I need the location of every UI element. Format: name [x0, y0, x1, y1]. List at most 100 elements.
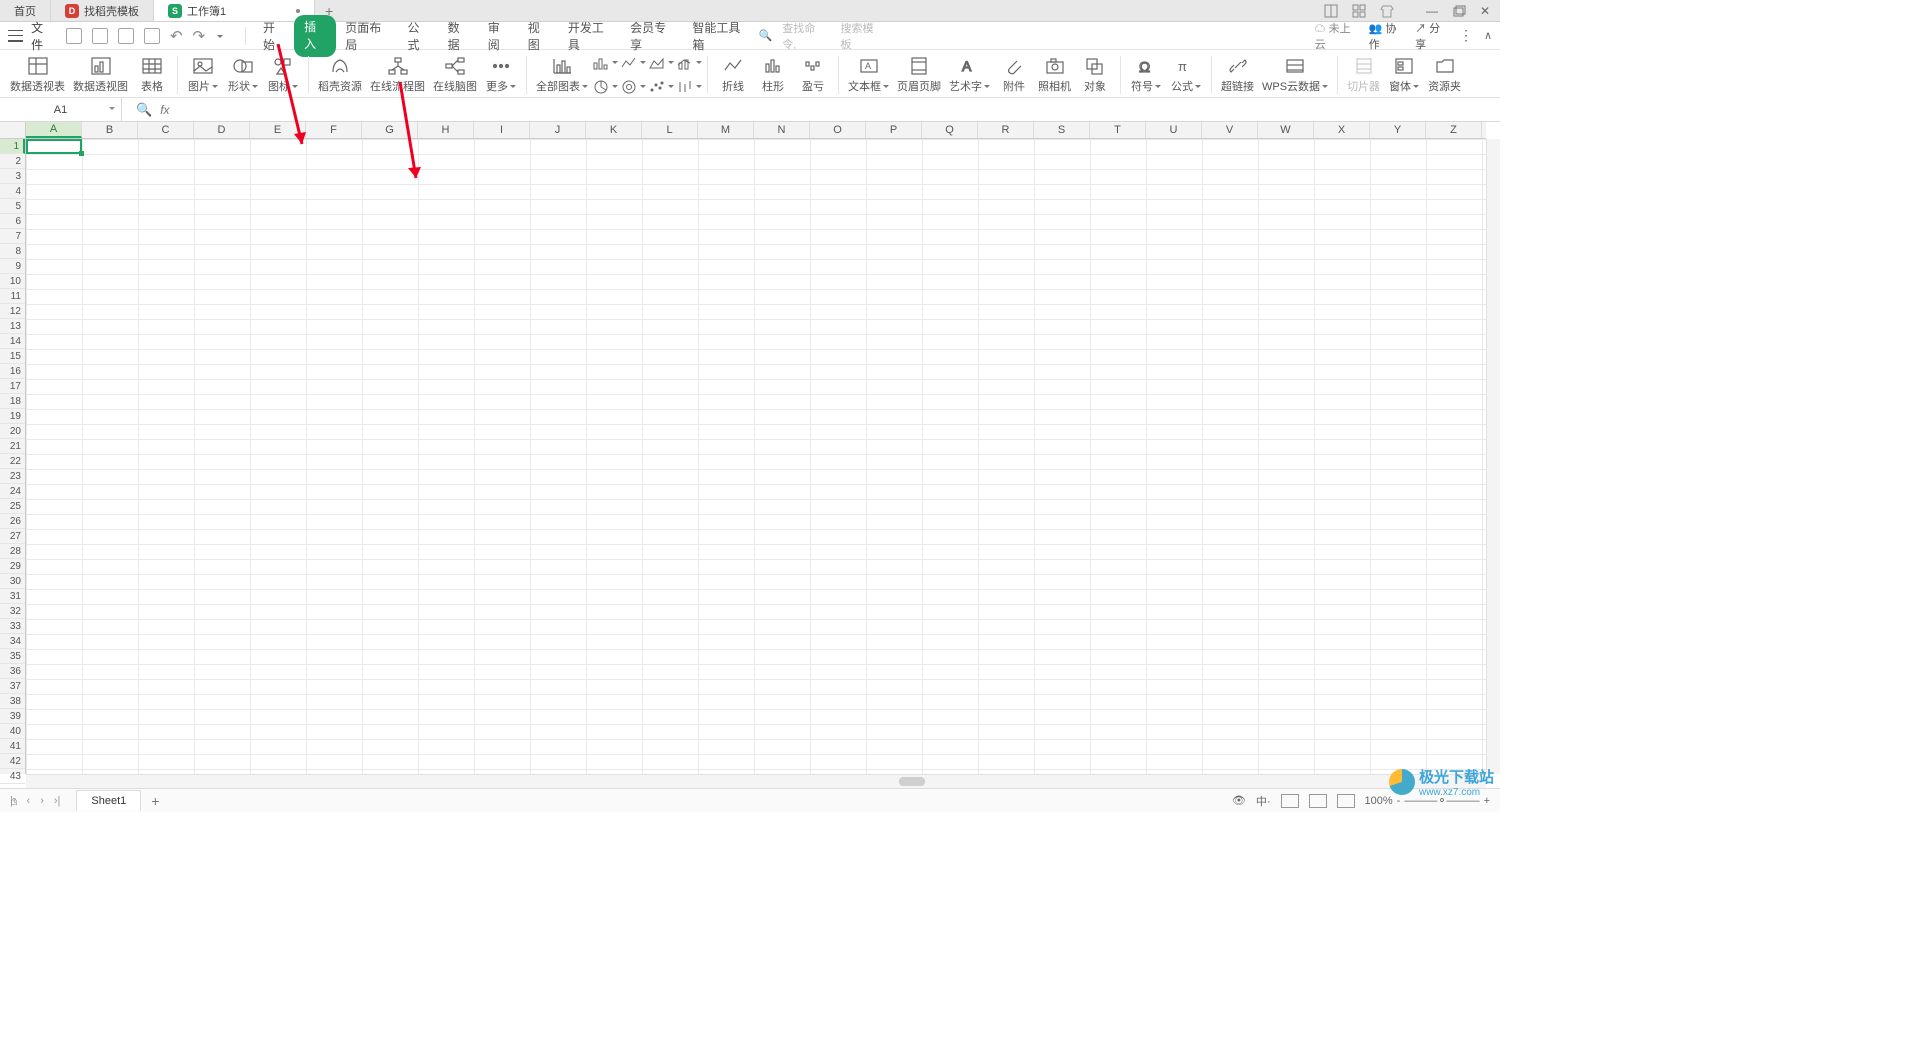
- share-button[interactable]: ↗ 分享: [1415, 20, 1449, 52]
- chart-pie-icon[interactable]: [592, 76, 618, 98]
- file-menu[interactable]: 文件: [31, 19, 54, 53]
- col-header[interactable]: A: [26, 122, 82, 138]
- attachment-button[interactable]: 附件: [994, 56, 1034, 94]
- close-button[interactable]: ✕: [1480, 4, 1490, 18]
- menu-tab-2[interactable]: 页面布局: [336, 15, 398, 57]
- apps-icon[interactable]: [1352, 4, 1366, 18]
- row-header[interactable]: 26: [0, 514, 25, 529]
- sheet-tab[interactable]: Sheet1: [76, 790, 141, 811]
- row-header[interactable]: 19: [0, 409, 25, 424]
- menu-tab-4[interactable]: 数据: [439, 15, 479, 57]
- sparkline-winloss-button[interactable]: 盈亏: [793, 56, 833, 94]
- resource-folder-button[interactable]: 资源夹: [1424, 56, 1465, 94]
- search-icon[interactable]: 🔍: [136, 102, 152, 118]
- col-header[interactable]: V: [1202, 122, 1258, 138]
- search-templates[interactable]: 搜索模板: [840, 20, 881, 52]
- row-header[interactable]: 20: [0, 424, 25, 439]
- col-header[interactable]: Y: [1370, 122, 1426, 138]
- menu-tab-1[interactable]: 插入: [294, 15, 336, 57]
- hamburger-icon[interactable]: [8, 28, 23, 44]
- row-header[interactable]: 24: [0, 484, 25, 499]
- fx-icon[interactable]: fx: [160, 103, 169, 117]
- search-icon[interactable]: 🔍: [759, 29, 773, 42]
- col-header[interactable]: E: [250, 122, 306, 138]
- row-header[interactable]: 21: [0, 439, 25, 454]
- form-button[interactable]: 窗体: [1384, 56, 1424, 94]
- preview-icon[interactable]: [144, 28, 160, 44]
- add-sheet-button[interactable]: +: [141, 793, 169, 809]
- row-header[interactable]: 29: [0, 559, 25, 574]
- row-header[interactable]: 16: [0, 364, 25, 379]
- row-header[interactable]: 6: [0, 214, 25, 229]
- row-header[interactable]: 25: [0, 499, 25, 514]
- online-mindmap-button[interactable]: 在线脑图: [429, 56, 481, 94]
- col-header[interactable]: O: [810, 122, 866, 138]
- col-header[interactable]: B: [82, 122, 138, 138]
- undo-button[interactable]: ↶: [170, 27, 183, 45]
- row-header[interactable]: 14: [0, 334, 25, 349]
- col-header[interactable]: P: [866, 122, 922, 138]
- row-header[interactable]: 38: [0, 694, 25, 709]
- chart-area-icon[interactable]: [648, 52, 674, 74]
- row-header[interactable]: 4: [0, 184, 25, 199]
- cells-area[interactable]: [26, 139, 1486, 774]
- chart-stock-icon[interactable]: [676, 76, 702, 98]
- online-flowchart-button[interactable]: 在线流程图: [366, 56, 429, 94]
- view-page-icon[interactable]: [1309, 794, 1327, 808]
- row-header[interactable]: 33: [0, 619, 25, 634]
- hyperlink-button[interactable]: 超链接: [1217, 56, 1258, 94]
- row-header[interactable]: 41: [0, 739, 25, 754]
- column-headers[interactable]: ABCDEFGHIJKLMNOPQRSTUVWXYZ: [26, 122, 1486, 139]
- collapse-ribbon-icon[interactable]: ∧: [1484, 29, 1492, 42]
- col-header[interactable]: Z: [1426, 122, 1482, 138]
- wordart-button[interactable]: A艺术字: [945, 56, 994, 94]
- view-normal-icon[interactable]: [1281, 794, 1299, 808]
- col-header[interactable]: L: [642, 122, 698, 138]
- more-menu[interactable]: ⋮: [1459, 27, 1474, 44]
- col-header[interactable]: I: [474, 122, 530, 138]
- col-header[interactable]: G: [362, 122, 418, 138]
- row-header[interactable]: 36: [0, 664, 25, 679]
- row-header[interactable]: 9: [0, 259, 25, 274]
- sparkline-column-button[interactable]: 柱形: [753, 56, 793, 94]
- col-header[interactable]: T: [1090, 122, 1146, 138]
- menu-tab-7[interactable]: 开发工具: [559, 15, 621, 57]
- col-header[interactable]: R: [978, 122, 1034, 138]
- pivot-chart-button[interactable]: 数据透视图: [69, 56, 132, 94]
- maximize-button[interactable]: [1452, 4, 1466, 18]
- tab-template[interactable]: D找稻壳模板: [51, 0, 154, 21]
- row-header[interactable]: 5: [0, 199, 25, 214]
- symbol-button[interactable]: Ω符号: [1126, 56, 1166, 94]
- row-header[interactable]: 7: [0, 229, 25, 244]
- qat-dropdown[interactable]: [215, 29, 223, 43]
- row-header[interactable]: 15: [0, 349, 25, 364]
- name-box[interactable]: A1: [0, 98, 122, 121]
- row-header[interactable]: 27: [0, 529, 25, 544]
- row-header[interactable]: 34: [0, 634, 25, 649]
- menu-tab-3[interactable]: 公式: [398, 15, 438, 57]
- row-header[interactable]: 11: [0, 289, 25, 304]
- row-header[interactable]: 43: [0, 769, 25, 784]
- col-header[interactable]: W: [1258, 122, 1314, 138]
- export-icon[interactable]: [92, 28, 108, 44]
- col-header[interactable]: C: [138, 122, 194, 138]
- row-header[interactable]: 10: [0, 274, 25, 289]
- icon-button[interactable]: 图标: [263, 56, 303, 94]
- layout-icon[interactable]: [1324, 4, 1338, 18]
- vertical-scrollbar[interactable]: [1486, 139, 1500, 774]
- col-header[interactable]: X: [1314, 122, 1370, 138]
- row-header[interactable]: 12: [0, 304, 25, 319]
- col-header[interactable]: J: [530, 122, 586, 138]
- menu-tab-6[interactable]: 视图: [519, 15, 559, 57]
- ime-icon[interactable]: 中·: [1256, 793, 1271, 809]
- row-header[interactable]: 39: [0, 709, 25, 724]
- menu-tab-5[interactable]: 审阅: [479, 15, 519, 57]
- pivot-table-button[interactable]: 数据透视表: [6, 56, 69, 94]
- row-header[interactable]: 13: [0, 319, 25, 334]
- row-header[interactable]: 28: [0, 544, 25, 559]
- shape-button[interactable]: 形状: [223, 56, 263, 94]
- skin-icon[interactable]: [1380, 4, 1394, 18]
- equation-button[interactable]: π公式: [1166, 56, 1206, 94]
- menu-tab-0[interactable]: 开始: [254, 15, 294, 57]
- table-button[interactable]: 表格: [132, 56, 172, 94]
